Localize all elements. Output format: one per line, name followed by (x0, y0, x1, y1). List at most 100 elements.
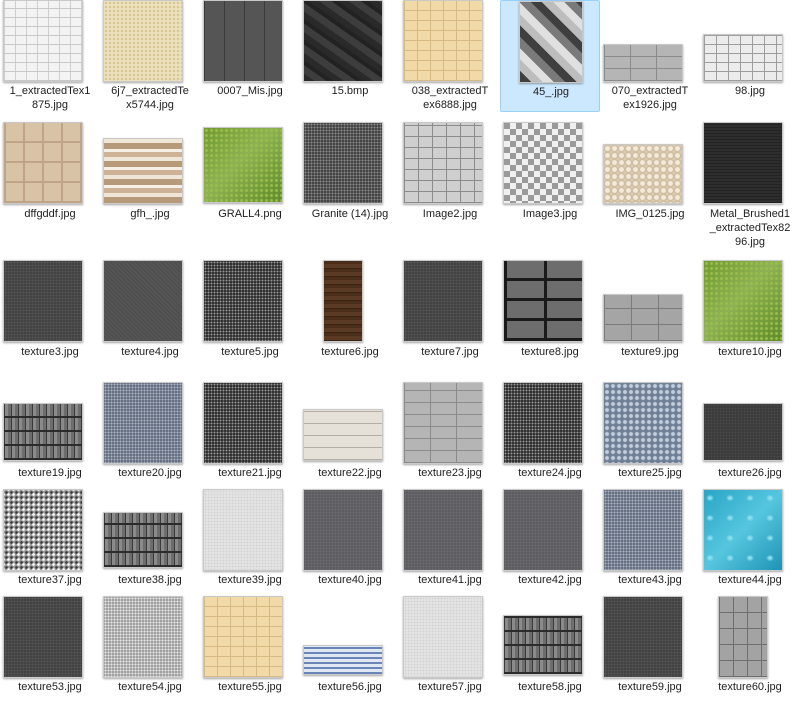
file-name-line: 6j7_extractedTe (111, 85, 189, 97)
file-item[interactable]: dffgddf.jpg (0, 119, 100, 254)
light-plank-texture[interactable] (303, 409, 383, 461)
stone-wall-texture[interactable] (3, 403, 83, 461)
file-item[interactable]: texture3.jpg (0, 257, 100, 375)
file-item[interactable]: 1_extractedTex1 875.jpg (0, 0, 100, 112)
file-name-line: ex6888.jpg (423, 99, 477, 111)
beige-tile-texture[interactable] (403, 0, 483, 82)
asphalt-texture[interactable] (603, 596, 683, 678)
blue-stripe-texture[interactable] (303, 645, 383, 675)
file-item[interactable]: texture39.jpg (200, 486, 300, 590)
mosaic-texture[interactable] (503, 122, 583, 204)
beige-paving-texture[interactable] (3, 122, 83, 204)
file-item[interactable]: texture22.jpg (300, 379, 400, 483)
file-item[interactable]: texture37.jpg (0, 486, 100, 590)
file-item[interactable]: gfh_.jpg (100, 119, 200, 254)
pebble-texture[interactable] (603, 144, 683, 204)
blue-gravel-texture[interactable] (603, 489, 683, 571)
file-item[interactable]: texture9.jpg (600, 257, 700, 375)
brushed-metal-texture[interactable] (703, 122, 783, 204)
gray-concrete-texture[interactable] (403, 489, 483, 571)
file-item[interactable]: texture54.jpg (100, 593, 200, 704)
terrazzo-texture[interactable] (3, 489, 83, 571)
stone-wall-texture[interactable] (503, 615, 583, 675)
file-item[interactable]: 0007_Mis.jpg (200, 0, 300, 112)
striped-wood-texture[interactable] (103, 138, 183, 204)
file-item[interactable]: texture53.jpg (0, 593, 100, 704)
dark-fabric-texture[interactable] (103, 260, 183, 342)
file-item[interactable]: texture41.jpg (400, 486, 500, 590)
file-item[interactable]: 45_.jpg (500, 0, 600, 112)
blue-stone-texture[interactable] (603, 382, 683, 464)
speckled-texture[interactable] (203, 260, 283, 342)
file-item[interactable]: texture8.jpg (500, 257, 600, 375)
stone-tile-texture[interactable] (403, 122, 483, 204)
file-item[interactable]: texture57.jpg (400, 593, 500, 704)
light-plaster-texture[interactable] (203, 489, 283, 571)
grass-texture[interactable] (703, 260, 783, 342)
file-item[interactable]: Metal_Brushed1 _extractedTex82 96.jpg (700, 119, 800, 254)
file-item[interactable]: texture24.jpg (500, 379, 600, 483)
wood-plank-texture[interactable] (323, 260, 363, 342)
white-brick-texture[interactable] (3, 0, 83, 82)
gray-concrete-texture[interactable] (503, 489, 583, 571)
water-texture[interactable] (703, 489, 783, 571)
file-item[interactable]: texture60.jpg (700, 593, 800, 704)
file-item[interactable]: texture21.jpg (200, 379, 300, 483)
file-item[interactable]: Image2.jpg (400, 119, 500, 254)
light-plaster-texture[interactable] (403, 596, 483, 678)
dark-panel-texture[interactable] (203, 0, 283, 82)
light-gravel-texture[interactable] (103, 596, 183, 678)
gray-concrete-texture[interactable] (303, 489, 383, 571)
file-item[interactable]: 98.jpg (700, 0, 800, 112)
speckled-texture[interactable] (203, 382, 283, 464)
file-item[interactable]: texture38.jpg (100, 486, 200, 590)
asphalt-texture[interactable] (3, 596, 83, 678)
file-item[interactable]: texture7.jpg (400, 257, 500, 375)
file-item[interactable]: texture59.jpg (600, 593, 700, 704)
white-paver-texture[interactable] (703, 34, 783, 82)
grass-texture[interactable] (203, 127, 283, 203)
file-item[interactable]: texture26.jpg (700, 379, 800, 483)
file-item[interactable]: texture55.jpg (200, 593, 300, 704)
file-item[interactable]: texture42.jpg (500, 486, 600, 590)
asphalt-texture[interactable] (403, 260, 483, 342)
gray-paver-texture[interactable] (718, 596, 768, 678)
file-item[interactable]: Image3.jpg (500, 119, 600, 254)
asphalt-texture[interactable] (3, 260, 83, 342)
file-item[interactable]: texture4.jpg (100, 257, 200, 375)
file-name-label: texture42.jpg (500, 573, 600, 587)
file-item[interactable]: texture10.jpg (700, 257, 800, 375)
file-item[interactable]: GRALL4.png (200, 119, 300, 254)
dark-brick-texture[interactable] (503, 260, 583, 342)
file-name-line: texture54.jpg (118, 681, 182, 693)
speckled-texture[interactable] (503, 382, 583, 464)
file-item[interactable]: Granite (14).jpg (300, 119, 400, 254)
file-item[interactable]: texture40.jpg (300, 486, 400, 590)
file-item[interactable]: 070_extractedT ex1926.jpg (600, 0, 700, 112)
file-item[interactable]: IMG_0125.jpg (600, 119, 700, 254)
file-item[interactable]: texture56.jpg (300, 593, 400, 704)
gray-block-texture[interactable] (603, 294, 683, 342)
herringbone-texture[interactable] (519, 1, 583, 83)
file-item[interactable]: texture20.jpg (100, 379, 200, 483)
beige-tile-texture[interactable] (203, 596, 283, 678)
file-item[interactable]: texture5.jpg (200, 257, 300, 375)
file-item[interactable]: texture43.jpg (600, 486, 700, 590)
file-item[interactable]: 15.bmp (300, 0, 400, 112)
dark-concrete-texture[interactable] (703, 403, 783, 461)
stone-wall-texture[interactable] (103, 512, 183, 568)
file-item[interactable]: texture25.jpg (600, 379, 700, 483)
file-item[interactable]: 038_extractedT ex6888.jpg (400, 0, 500, 112)
file-item[interactable]: texture6.jpg (300, 257, 400, 375)
file-item[interactable]: 6j7_extractedTe x5744.jpg (100, 0, 200, 112)
sand-texture[interactable] (103, 0, 183, 82)
file-item[interactable]: texture58.jpg (500, 593, 600, 704)
granite-texture[interactable] (303, 122, 383, 204)
file-item[interactable]: texture44.jpg (700, 486, 800, 590)
file-item[interactable]: texture19.jpg (0, 379, 100, 483)
gray-brick-texture[interactable] (403, 382, 483, 464)
file-item[interactable]: texture23.jpg (400, 379, 500, 483)
blue-gravel-texture[interactable] (103, 382, 183, 464)
dark-slate-texture[interactable] (303, 0, 383, 82)
gray-brick-texture[interactable] (603, 44, 683, 82)
